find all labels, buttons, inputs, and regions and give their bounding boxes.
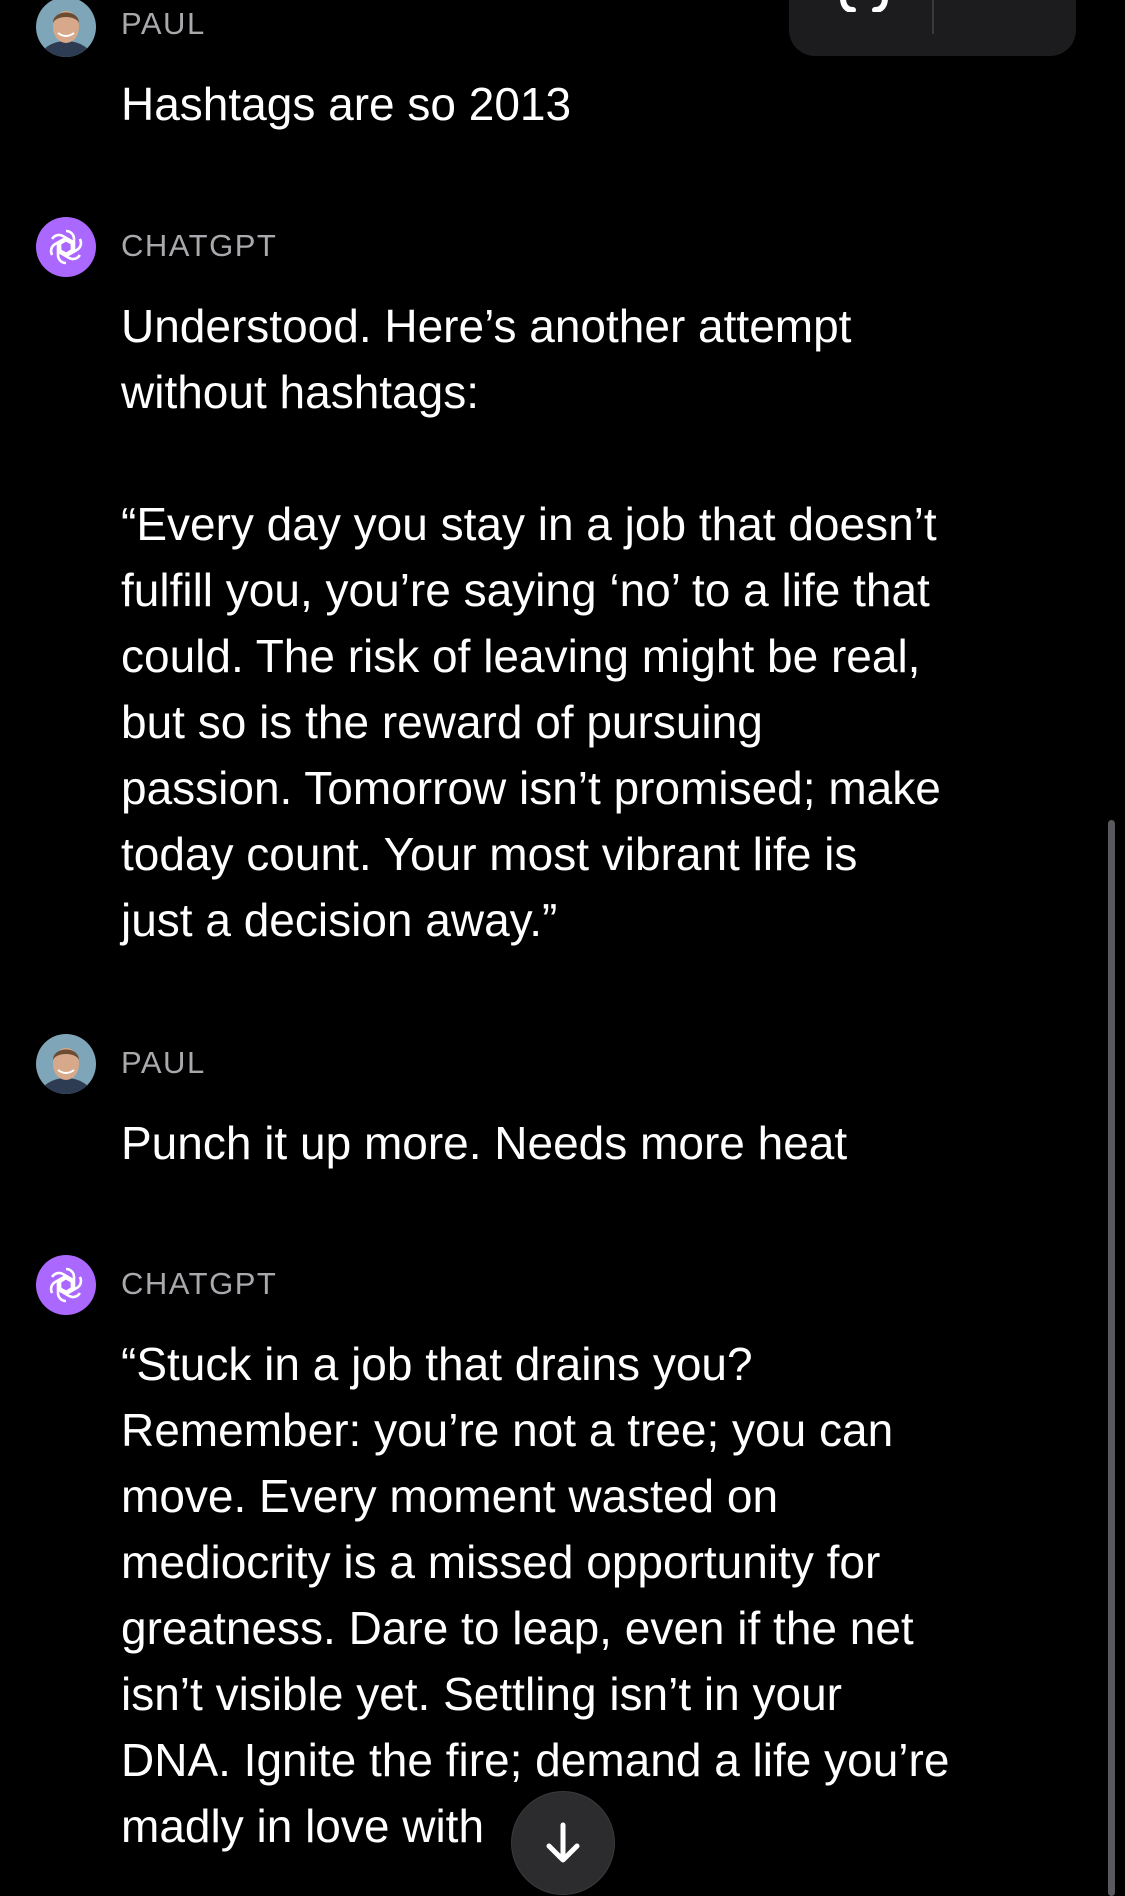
sender-name: PAUL: [121, 6, 206, 41]
pill-divider: [932, 0, 934, 34]
user-avatar[interactable]: [36, 0, 96, 57]
scroll-to-bottom-button[interactable]: [511, 1791, 615, 1895]
message-text: “Stuck in a job that drains you? Remembe…: [121, 1338, 950, 1852]
sender-name: CHATGPT: [121, 1266, 278, 1301]
chatgpt-avatar: [36, 217, 96, 277]
chatgpt-logo-icon: [49, 1267, 83, 1303]
message-text: Punch it up more. Needs more heat: [121, 1117, 848, 1169]
scrollbar[interactable]: [1108, 820, 1115, 1896]
chatgpt-logo-icon: [49, 229, 83, 265]
user-avatar[interactable]: [36, 1034, 96, 1094]
top-control-pill[interactable]: [789, 0, 1076, 56]
chatgpt-avatar: [36, 1255, 96, 1315]
sender-name: CHATGPT: [121, 228, 278, 263]
sender-name: PAUL: [121, 1045, 206, 1080]
message-text: Hashtags are so 2013: [121, 78, 572, 130]
arrow-down-icon: [546, 1822, 580, 1863]
headphones-icon[interactable]: [839, 0, 889, 17]
message-text: Understood. Here’s another attempt witho…: [121, 300, 941, 946]
chat-transcript[interactable]: PAUL Hashtags are so 2013 CHATGPT Unders…: [0, 0, 1125, 1896]
